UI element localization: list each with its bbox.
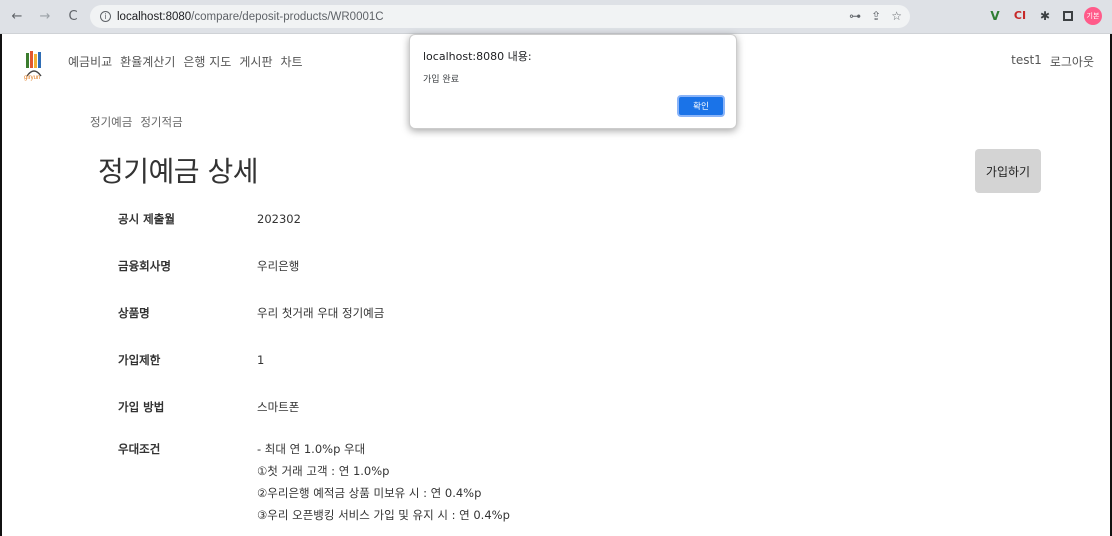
preferential-line: ①첫 거래 고객 : 연 1.0%p — [257, 464, 390, 478]
detail-row-preferential: 우대조건 - 최대 연 1.0%p 우대 ①첫 거래 고객 : 연 1.0%p … — [118, 438, 1018, 526]
preferential-line: ②우리은행 예적금 상품 미보유 시 : 연 0.4%p — [257, 486, 482, 500]
detail-row: 상품명 우리 첫거래 우대 정기예금 — [118, 302, 1018, 324]
detail-value: 우리은행 — [257, 259, 300, 273]
detail-row: 공시 제출월 202302 — [118, 208, 1018, 230]
preferential-line: ③우리 오픈뱅킹 서비스 가입 및 유지 시 : 연 0.4%p — [257, 508, 510, 522]
nav-exchange-calculator[interactable]: 환율계산기 — [120, 53, 175, 70]
preferential-line: - 최대 연 1.0%p 우대 — [257, 442, 366, 456]
detail-label: 가입제한 — [118, 353, 161, 367]
detail-value: 202302 — [257, 212, 301, 226]
detail-label: 공시 제출월 — [118, 212, 175, 226]
nav-chart[interactable]: 차트 — [280, 53, 302, 70]
detail-label: 우대조건 — [118, 442, 161, 456]
detail-row: 가입제한 1 — [118, 349, 1018, 371]
forward-icon[interactable]: → — [34, 6, 56, 28]
vue-devtools-icon[interactable]: V — [988, 9, 1002, 23]
logout-link[interactable]: 로그아웃 — [1050, 53, 1094, 70]
alert-dialog: localhost:8080 내용: 가입 완료 확인 — [409, 34, 737, 129]
key-icon[interactable]: ⊶ — [849, 9, 861, 23]
nav-bank-map[interactable]: 은행 지도 — [183, 53, 231, 70]
alert-ok-button[interactable]: 확인 — [677, 95, 725, 117]
reload-icon[interactable]: C — [62, 6, 84, 28]
detail-label: 상품명 — [118, 306, 150, 320]
profile-avatar[interactable]: 기본 — [1084, 7, 1102, 25]
address-bar[interactable]: i localhost:8080/compare/deposit-product… — [90, 5, 910, 28]
extensions-puzzle-icon[interactable]: ✱ — [1038, 9, 1052, 23]
alert-message: 가입 완료 — [423, 75, 459, 85]
share-icon[interactable]: ⇪ — [871, 9, 881, 23]
top-nav: 예금비교 환율계산기 은행 지도 게시판 차트 — [68, 53, 303, 70]
info-icon[interactable]: i — [100, 11, 111, 22]
detail-row: 가입 방법 스마트폰 — [118, 396, 1018, 418]
username[interactable]: test1 — [1011, 53, 1042, 70]
back-icon[interactable]: ← — [6, 6, 28, 28]
detail-value: 1 — [257, 353, 265, 367]
star-icon[interactable]: ☆ — [891, 9, 902, 23]
detail-label: 금융회사명 — [118, 259, 171, 273]
join-button[interactable]: 가입하기 — [975, 149, 1041, 193]
url-text: localhost:8080/compare/deposit-products/… — [117, 10, 384, 23]
detail-value: 우리 첫거래 우대 정기예금 — [257, 306, 385, 320]
detail-value-list: - 최대 연 1.0%p 우대 ①첫 거래 고객 : 연 1.0%p ②우리은행… — [257, 438, 510, 526]
page-title: 정기예금 상세 — [98, 155, 258, 188]
side-panel-icon[interactable] — [1063, 11, 1073, 21]
browser-toolbar: ← → C i localhost:8080/compare/deposit-p… — [0, 0, 1112, 34]
sub-nav: 정기예금 정기적금 — [90, 114, 183, 130]
detail-label: 가입 방법 — [118, 400, 165, 414]
logo-text: giryun — [24, 75, 41, 81]
detail-value: 스마트폰 — [257, 400, 300, 414]
detail-row: 금융회사명 우리은행 — [118, 255, 1018, 277]
subnav-fixed-deposit[interactable]: 정기예금 — [90, 114, 132, 130]
alert-title: localhost:8080 내용: — [423, 50, 532, 63]
nav-board[interactable]: 게시판 — [239, 53, 272, 70]
nav-deposit-compare[interactable]: 예금비교 — [68, 53, 112, 70]
ci-extension-icon[interactable]: CI — [1013, 9, 1027, 23]
user-area: test1 로그아웃 — [1011, 53, 1094, 70]
subnav-installment-savings[interactable]: 정기적금 — [140, 114, 182, 130]
